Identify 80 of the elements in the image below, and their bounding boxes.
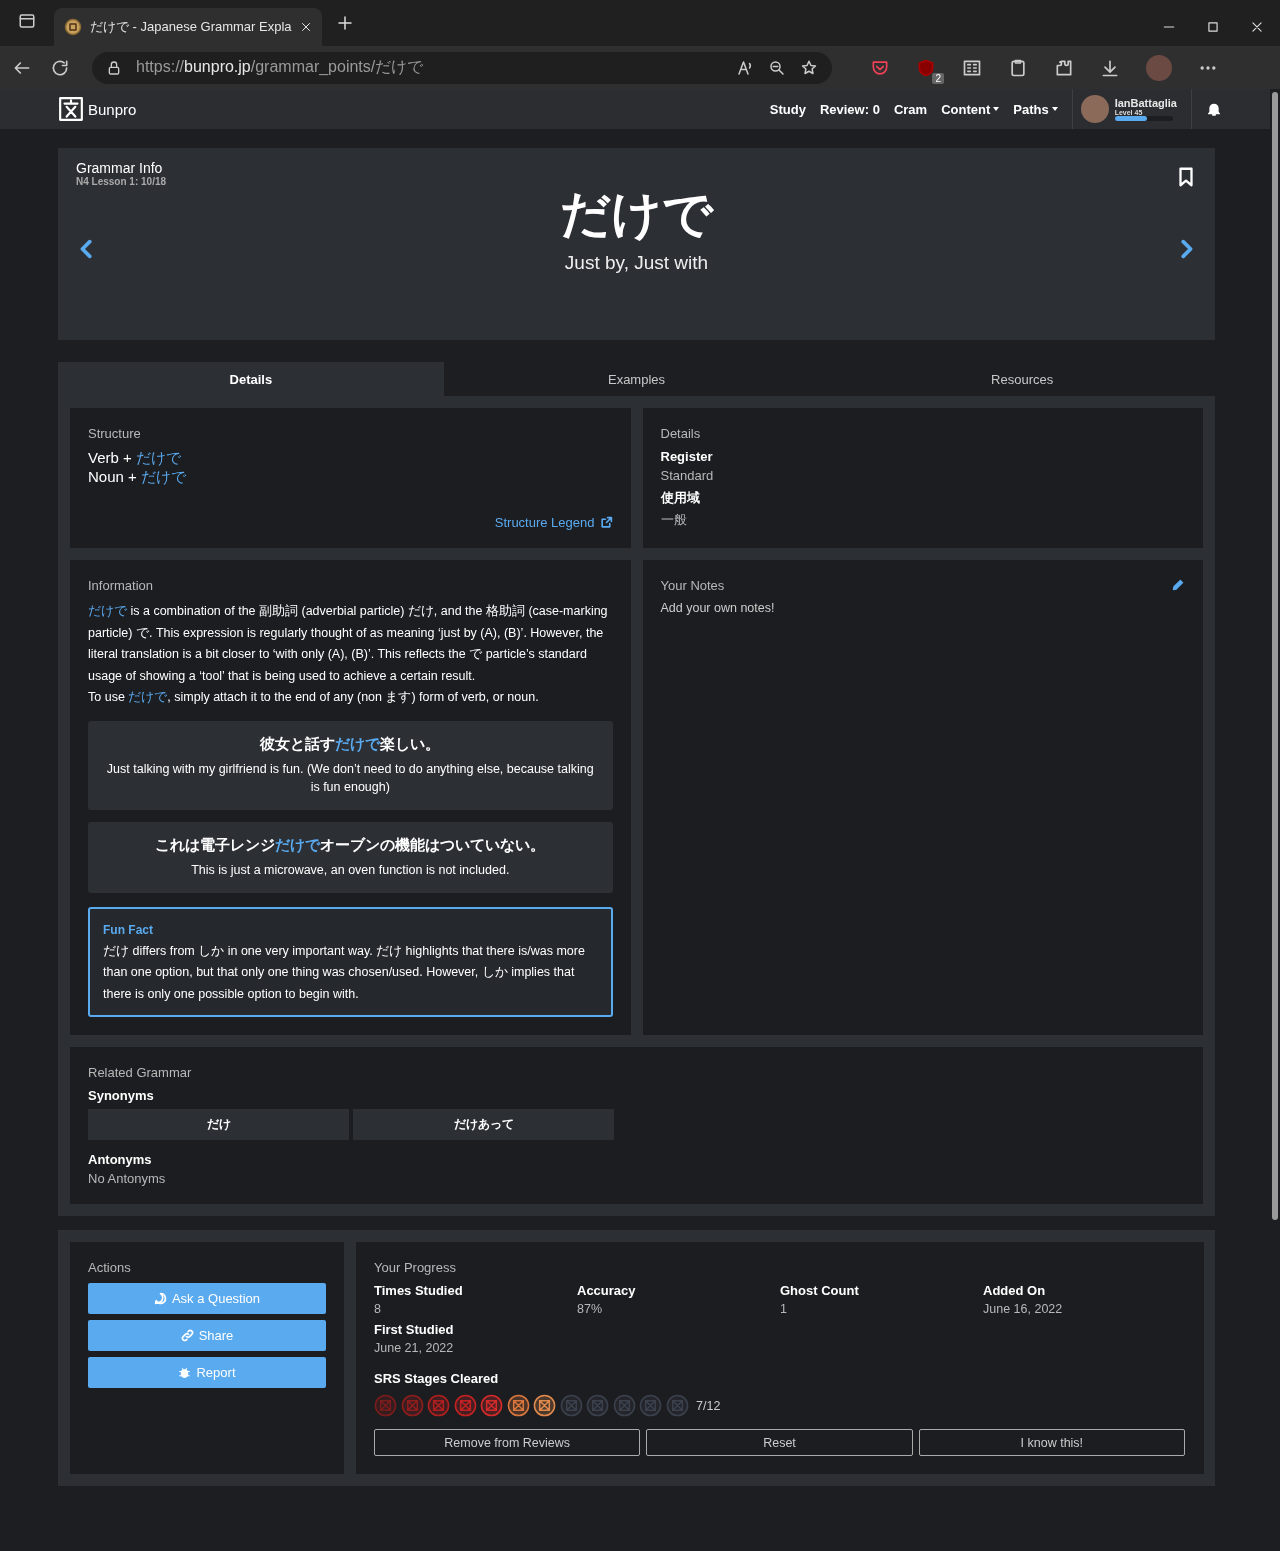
caret-icon bbox=[1051, 107, 1058, 111]
antonyms-value: No Antonyms bbox=[88, 1171, 167, 1186]
nav-link[interactable]: Study bbox=[769, 101, 806, 117]
close-icon[interactable] bbox=[300, 21, 312, 33]
stat-label: Accuracy bbox=[577, 1283, 637, 1298]
stat-label: Ghost Count bbox=[780, 1283, 860, 1298]
synonyms-label: Synonyms bbox=[88, 1088, 155, 1103]
fun-fact-text: だけ differs from しか in one very important way. だけ highlights that there is/was more than one option, but that only one thing was chosen/used. However, しか implies that there is only one possible option to begin with. bbox=[103, 942, 586, 1003]
read-aloud-icon[interactable] bbox=[736, 58, 754, 77]
bug-icon bbox=[178, 1366, 192, 1379]
nav-link[interactable]: Content bbox=[941, 101, 1000, 117]
stat-label: Added On bbox=[983, 1283, 1047, 1298]
header-title: Grammar Info bbox=[76, 160, 164, 176]
logo-icon[interactable] bbox=[58, 96, 84, 122]
stat-label: First Studied bbox=[374, 1322, 455, 1337]
maximize-icon[interactable] bbox=[1206, 20, 1220, 34]
user-avatar[interactable] bbox=[1080, 95, 1109, 123]
card-title: Details bbox=[660, 426, 702, 441]
stat-value: June 16, 2022 bbox=[983, 1302, 1064, 1316]
notes-placeholder[interactable]: Add your own notes! bbox=[660, 601, 1185, 615]
new-tab-icon[interactable] bbox=[336, 14, 354, 32]
detail-value: Standard bbox=[660, 468, 715, 483]
extension-badge: 2 bbox=[932, 72, 944, 84]
level-progress bbox=[1114, 116, 1173, 121]
stat-value: 8 bbox=[374, 1302, 382, 1316]
pencil-icon[interactable] bbox=[1171, 578, 1185, 592]
card-title: Structure bbox=[88, 426, 142, 441]
nav-link[interactable]: Review: 0 bbox=[819, 101, 880, 117]
star-plus-icon[interactable] bbox=[800, 58, 818, 77]
information-paragraph: To use だけで, simply attach it to the end of any (non ます) form of verb, or noun. bbox=[88, 689, 540, 706]
sidebar-icon[interactable] bbox=[18, 12, 36, 30]
user-name: IanBattaglia bbox=[1114, 97, 1177, 109]
synonym-button[interactable]: だけあって bbox=[353, 1109, 614, 1140]
site-logo-icon bbox=[64, 18, 82, 36]
progress-button[interactable]: Remove from Reviews bbox=[374, 1429, 641, 1456]
structure-legend-link[interactable]: Structure Legend bbox=[494, 515, 595, 530]
card-title: Your Progress bbox=[374, 1260, 457, 1275]
zoom-out-icon[interactable] bbox=[768, 58, 786, 77]
external-link-icon[interactable] bbox=[599, 516, 613, 529]
tab[interactable]: Details bbox=[58, 362, 444, 396]
detail-label: Register bbox=[660, 449, 714, 464]
scrollbar-thumb[interactable] bbox=[1272, 92, 1278, 1220]
grammar-meaning: Just by, Just with bbox=[564, 252, 709, 274]
stat-value: June 21, 2022 bbox=[374, 1341, 455, 1355]
detail-value: 一般 bbox=[660, 511, 688, 529]
fun-fact-title: Fun Fact bbox=[103, 922, 154, 937]
example-sentence: これは電子レンジだけでオーブンの機能はついていない。 bbox=[154, 835, 547, 855]
card-title: Related Grammar bbox=[88, 1065, 193, 1080]
stat-value: 1 bbox=[780, 1302, 788, 1316]
browser-tab[interactable]: だけで - Japanese Grammar Expla bbox=[54, 8, 322, 46]
lesson-label: N4 Lesson 1: 10/18 bbox=[76, 176, 167, 187]
grammar-point: だけで bbox=[560, 185, 713, 244]
address-bar[interactable]: https://bunpro.jp/grammar_points/だけで bbox=[92, 51, 832, 84]
progress-button[interactable]: I know this! bbox=[918, 1429, 1185, 1456]
information-paragraph: だけで is a combination of the 副助詞 (adverbial particle) だけ, and the 格助詞 (case-marking particle) で. This expression is regularly thought of as meaning ‘just by (A), (B)’. However, the literal translation is a bit closer to ‘with only (A), (B)’. This reflects the で particle’s standard usage of showing a ‘tool’ that is being used to achieve a certain result. bbox=[88, 603, 609, 685]
nav-link[interactable]: Cram bbox=[893, 101, 928, 117]
srs-count: 7/12 bbox=[696, 1398, 721, 1413]
example-sentence: 彼女と話すだけで楽しい。 bbox=[259, 734, 442, 754]
example-translation: This is just a microwave, an oven function is not included. bbox=[190, 861, 511, 879]
card-title: Your Notes bbox=[660, 578, 725, 593]
progress-button[interactable]: Reset bbox=[646, 1429, 913, 1456]
example-translation: Just talking with my girlfriend is fun. (We don’t need to do anything else, because talking is fun enough) bbox=[105, 760, 595, 796]
card-title: Information bbox=[88, 578, 155, 593]
stat-value: 87% bbox=[577, 1302, 604, 1316]
detail-label: 使用域 bbox=[660, 489, 701, 507]
srs-label: SRS Stages Cleared bbox=[374, 1371, 500, 1386]
caret-icon bbox=[993, 107, 1000, 111]
close-icon[interactable] bbox=[1250, 20, 1264, 34]
antonyms-label: Antonyms bbox=[88, 1152, 153, 1167]
brand-name[interactable]: Bunpro bbox=[88, 100, 137, 118]
structure-line: Verb + だけで bbox=[88, 449, 182, 468]
clipboard-icon[interactable] bbox=[1008, 57, 1028, 78]
link-icon bbox=[180, 1329, 194, 1342]
card-title: Actions bbox=[88, 1260, 132, 1275]
synonym-button[interactable]: だけ bbox=[88, 1109, 349, 1140]
stat-label: Times Studied bbox=[374, 1283, 464, 1298]
bell-icon[interactable] bbox=[1206, 101, 1222, 117]
lock-icon bbox=[106, 59, 122, 76]
structure-line: Noun + だけで bbox=[88, 468, 187, 487]
nav-link[interactable]: Paths bbox=[1013, 101, 1058, 117]
